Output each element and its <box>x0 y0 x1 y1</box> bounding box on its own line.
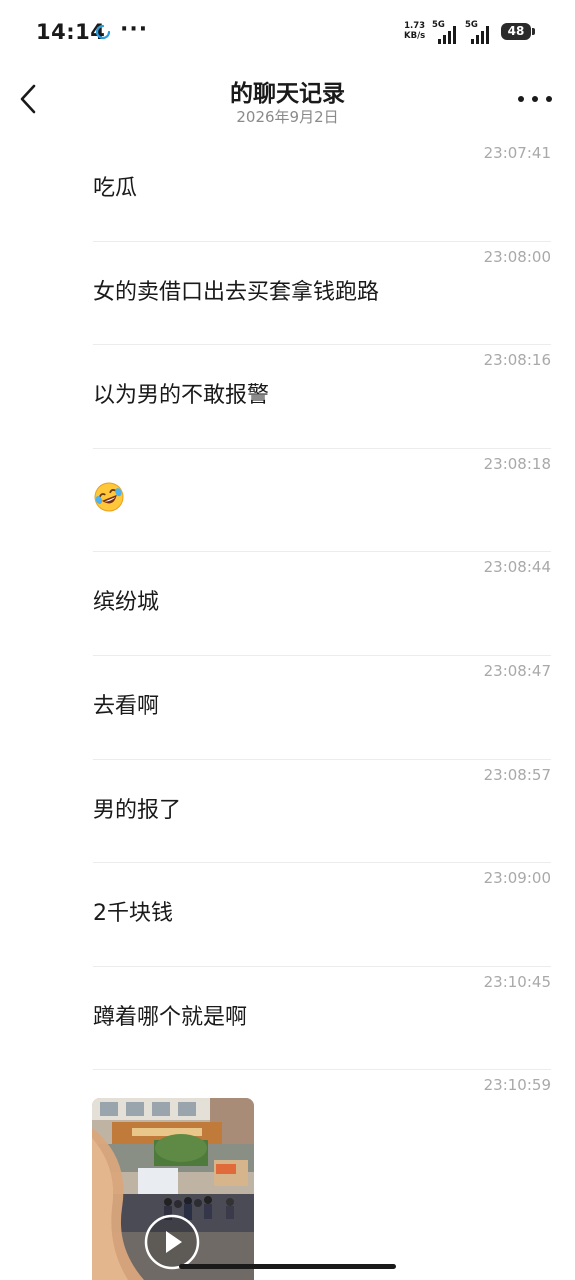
message-time: 23:07:41 <box>483 144 551 162</box>
message-time: 23:10:45 <box>483 972 551 991</box>
message-item[interactable]: 23:09:00 2千块钱 <box>0 863 575 967</box>
battery-tip <box>532 28 535 35</box>
message-text: 蹲着哪个就是啊 <box>93 1004 248 1030</box>
message-item[interactable]: 23:08:44 缤纷城 <box>0 552 575 656</box>
message-item[interactable]: 23:08:47 去看啊 <box>0 656 575 760</box>
message-time: 23:09:00 <box>483 869 551 888</box>
message-text: 缤纷城 <box>93 590 160 616</box>
speed-unit: KB/s <box>404 31 426 41</box>
message-item[interactable]: 23:08:00 女的卖借口出去买套拿钱跑路 <box>0 242 575 346</box>
message-item[interactable]: 23:08:16 以为男的不敢报警 <box>0 345 575 449</box>
notification-dots: ··· <box>120 17 149 42</box>
speed-value: 1.73 <box>404 21 426 31</box>
play-icon[interactable] <box>144 1214 200 1270</box>
sim2-label: 5G <box>465 20 478 30</box>
message-item[interactable]: 23:07:41 吃瓜 <box>0 138 575 242</box>
sim1-label: 5G <box>432 20 445 30</box>
sync-icon <box>95 24 111 40</box>
message-time: 23:08:18 <box>483 454 551 473</box>
message-time: 23:08:57 <box>483 765 551 784</box>
signal-sim2-icon: 5G <box>465 20 495 44</box>
message-text: 去看啊 <box>93 693 160 719</box>
message-item[interactable]: 23:10:45 蹲着哪个就是啊 <box>0 967 575 1071</box>
message-text: 女的卖借口出去买套拿钱跑路 <box>93 279 380 305</box>
message-item[interactable]: 23:08:57 男的报了 <box>0 760 575 864</box>
signal-sim1-icon: 5G <box>432 20 462 44</box>
status-bar: 14:14 ··· 1.73 KB/s 5G 5G 48 <box>0 0 575 64</box>
battery-icon: 48 <box>501 23 531 40</box>
home-indicator[interactable] <box>179 1264 396 1269</box>
message-item[interactable]: 23:10:59 <box>0 1070 575 1174</box>
message-time: 23:10:59 <box>483 1076 551 1095</box>
chat-history-header: 的聊天记录 2026年9月2日 <box>0 64 575 134</box>
message-time: 23:08:16 <box>483 351 551 370</box>
laughing-crying-face-icon <box>94 482 124 512</box>
message-time: 23:08:00 <box>483 247 551 266</box>
page-title: 的聊天记录 <box>230 81 345 107</box>
message-text: 2千块钱 <box>93 901 173 927</box>
message-time: 23:08:47 <box>483 661 551 680</box>
more-horizontal-icon[interactable] <box>516 94 554 104</box>
message-text: 吃瓜 <box>93 176 138 201</box>
message-time: 23:08:44 <box>483 558 551 577</box>
message-list: 23:07:41 吃瓜 23:08:00 女的卖借口出去买套拿钱跑路 23:08… <box>0 138 575 1174</box>
message-text: 男的报了 <box>93 797 182 823</box>
network-speed: 1.73 KB/s <box>404 21 425 41</box>
message-item[interactable]: 23:08:18 <box>0 449 575 553</box>
page-date: 2026年9月2日 <box>236 108 339 126</box>
message-text: 以为男的不敢报警 <box>93 383 270 409</box>
